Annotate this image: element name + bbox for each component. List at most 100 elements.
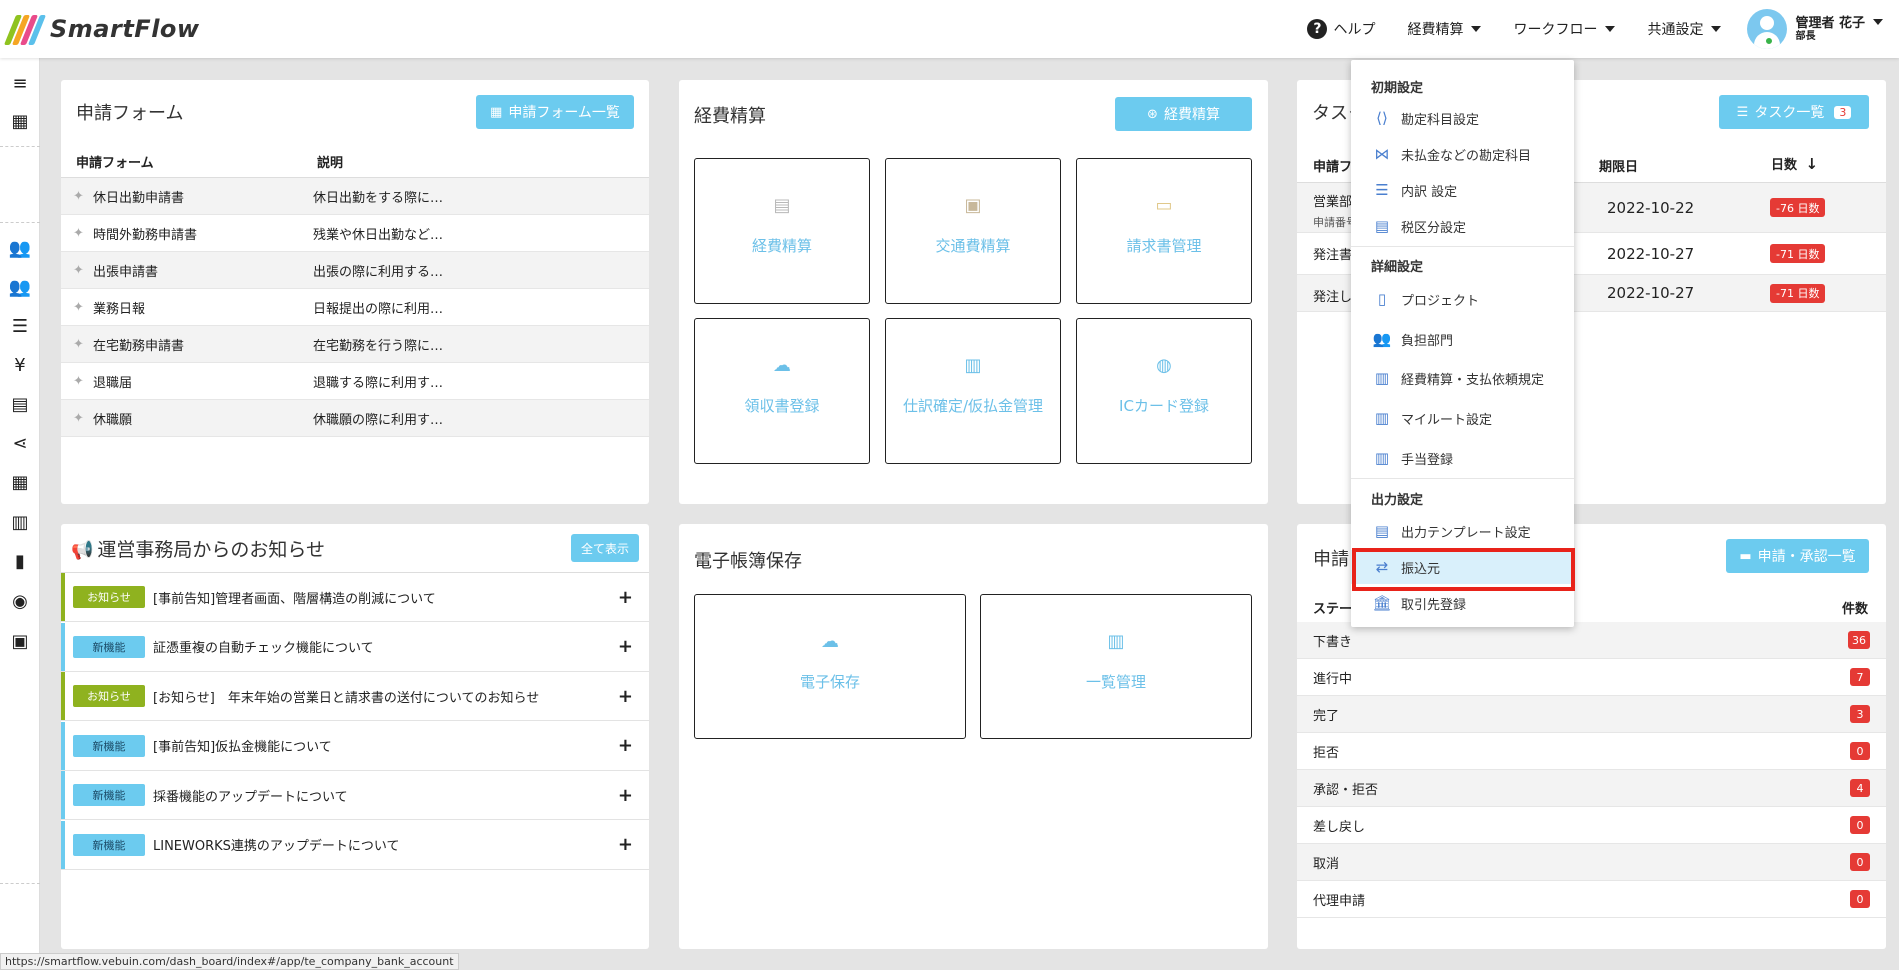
documents-icon[interactable]: ▥ [9,511,31,533]
users-icon: 👥 [1372,330,1392,348]
form-row[interactable]: ✦ 退職届 退職する際に利用す… [61,363,649,400]
status-row[interactable]: 差し戻し 0 [1297,807,1886,844]
pin-icon[interactable]: ✦ [73,300,93,315]
menu-item-tax-category[interactable]: ▤ 税区分設定 [1351,209,1574,243]
pin-icon[interactable]: ✦ [73,374,93,389]
forms-list-button[interactable]: ▦ 申請フォーム一覧 [476,95,634,129]
form-row[interactable]: ✦ 業務日報 日報提出の際に利用… [61,289,649,326]
file-icon[interactable]: ▮ [9,550,31,572]
help-menu[interactable]: ? ヘルプ [1291,0,1391,58]
expand-plus-icon[interactable]: + [618,834,633,855]
menu-item-allowance[interactable]: ▥ 手当登録 [1351,441,1574,475]
expense-tile[interactable]: ▭ 請求書管理 [1076,158,1252,304]
pin-icon[interactable]: ✦ [73,189,93,204]
expense-tile[interactable]: ▣ 交通費精算 [885,158,1061,304]
form-row[interactable]: ✦ 休日出勤申請書 休日出勤をする際に… [61,178,649,215]
expense-menu[interactable]: 経費精算 [1391,0,1497,58]
expand-plus-icon[interactable]: + [618,587,633,608]
sort-down-icon[interactable]: ↓ [1806,155,1819,173]
form-name: 休職願 [93,412,133,428]
form-row[interactable]: ✦ 在宅勤務申請書 在宅勤務を行う際に… [61,326,649,363]
yen-icon[interactable]: ¥ [9,354,31,376]
grid-icon: ▦ [490,104,503,120]
expand-plus-icon[interactable]: + [618,686,633,707]
status-row[interactable]: 代理申請 0 [1297,881,1886,918]
menu-item-cost-department[interactable]: 👥 負担部門 [1351,322,1574,356]
expense-tile[interactable]: ☁ 領収書登録 [694,318,870,464]
ledger-icon[interactable]: ▤ [9,393,31,415]
section-detail-settings: 詳細設定 [1371,260,1424,275]
clipboard-icon: ▯ [1377,290,1387,308]
notice-tag: お知らせ [73,685,145,707]
form-name: 在宅勤務申請書 [93,338,185,354]
approval-list-button[interactable]: ▬ 申請・承認一覧 [1726,539,1869,573]
menu-item-account-settings[interactable]: ⟨⟩ 勘定科目設定 [1351,101,1574,135]
status-row[interactable]: 承認・拒否 4 [1297,770,1886,807]
menu-item-payables-accounts[interactable]: ⋈ 未払金などの勘定科目 [1351,137,1574,171]
notice-item[interactable]: 新機能 [事前告知]仮払金機能について + [61,721,649,771]
show-all-button[interactable]: 全て表示 [571,534,639,562]
tile-list-management[interactable]: ▥ 一覧管理 [980,594,1252,739]
notice-item[interactable]: 新機能 LINEWORKS連携のアップデートについて + [61,820,649,870]
status-row[interactable]: 取消 0 [1297,844,1886,881]
chevron-down-icon [1471,26,1482,32]
workflow-menu[interactable]: ワークフロー [1497,0,1631,58]
form-name: 休日出勤申請書 [93,190,185,206]
collapse-menu-icon[interactable]: ≡ [9,72,31,94]
user-menu[interactable]: 管理者 花子 部長 [1737,9,1899,49]
notice-item[interactable]: お知らせ [事前告知]管理者画面、階層構造の削減について + [61,573,649,622]
users-icon[interactable]: 👥 [9,237,31,259]
menu-item-supplier-registration[interactable]: 🏛 取引先登録 [1351,586,1574,620]
expense-tile[interactable]: ◍ ICカード登録 [1076,318,1252,464]
form-row[interactable]: ✦ 時間外勤務申請書 残業や休日出勤など… [61,215,649,252]
share-icon[interactable]: ⋖ [9,432,31,454]
building-icon[interactable]: ▦ [9,110,31,132]
form-row[interactable]: ✦ 休職願 休職願の際に利用す… [61,400,649,437]
list-icon[interactable]: ☰ [9,315,31,337]
pin-icon[interactable]: ✦ [73,411,93,426]
pin-icon[interactable]: ✦ [73,263,93,278]
expense-tile[interactable]: ▤ 経費精算 [694,158,870,304]
palette-icon[interactable]: ◉ [9,590,31,612]
status-row[interactable]: 拒否 0 [1297,733,1886,770]
pin-icon[interactable]: ✦ [73,337,93,352]
menu-item-expense-rules[interactable]: ▥ 経費精算・支払依頼規定 [1351,361,1574,395]
tile-label: ICカード登録 [1119,397,1209,415]
logo[interactable]: SmartFlow [3,13,200,45]
notice-item[interactable]: 新機能 証憑重複の自動チェック機能について + [61,622,649,672]
menu-item-output-template[interactable]: ▤ 出力テンプレート設定 [1351,514,1574,548]
expense-tile[interactable]: ▥ 仕訳確定/仮払金管理 [885,318,1061,464]
task-due: 2022-10-27 [1607,244,1695,263]
form-row[interactable]: ✦ 出張申請書 出張の際に利用する… [61,252,649,289]
status-row[interactable]: 完了 3 [1297,696,1886,733]
user-group-icon[interactable]: 👥 [9,276,31,298]
menu-item-my-route[interactable]: ▥ マイルート設定 [1351,401,1574,435]
expand-plus-icon[interactable]: + [618,636,633,657]
common-settings-menu[interactable]: 共通設定 [1631,0,1737,58]
status-row[interactable]: 進行中 7 [1297,659,1886,696]
menu-item-project[interactable]: ▯ プロジェクト [1351,282,1574,316]
wallet-icon[interactable]: ▣ [9,630,31,652]
grid-icon[interactable]: ▦ [9,471,31,493]
bank-icon: 🏛 [1372,594,1392,612]
invoice-icon: ▭ [1155,195,1173,216]
app-name: SmartFlow [50,15,200,43]
tile-label: 仕訳確定/仮払金管理 [902,397,1044,415]
menu-item-label: 勘定科目設定 [1401,112,1480,128]
form-desc: 休日出勤をする際に… [313,190,444,206]
pin-icon[interactable]: ✦ [73,226,93,241]
expense-button[interactable]: ⊛ 経費精算 [1115,97,1252,131]
clipboard-list-icon: ▥ [1374,369,1390,387]
notice-item[interactable]: 新機能 採番機能のアップデートについて + [61,771,649,820]
expand-plus-icon[interactable]: + [618,735,633,756]
notice-item[interactable]: お知らせ [お知らせ] 年末年始の営業日と請求書の送付についてのお知らせ + [61,672,649,721]
expense-button-label: 経費精算 [1163,107,1220,123]
tile-electronic-save[interactable]: ☁ 電子保存 [694,594,966,739]
expand-plus-icon[interactable]: + [618,785,633,806]
status-count-badge: 0 [1850,853,1870,871]
menu-item-breakdown-settings[interactable]: ☰ 内訳 設定 [1351,173,1574,207]
col-task-form: 申請フ [1313,160,1353,175]
status-row[interactable]: 下書き 36 [1297,622,1886,659]
document-icon: ▤ [1374,522,1390,540]
task-list-button[interactable]: ☰ タスク一覧 3 [1719,95,1869,129]
